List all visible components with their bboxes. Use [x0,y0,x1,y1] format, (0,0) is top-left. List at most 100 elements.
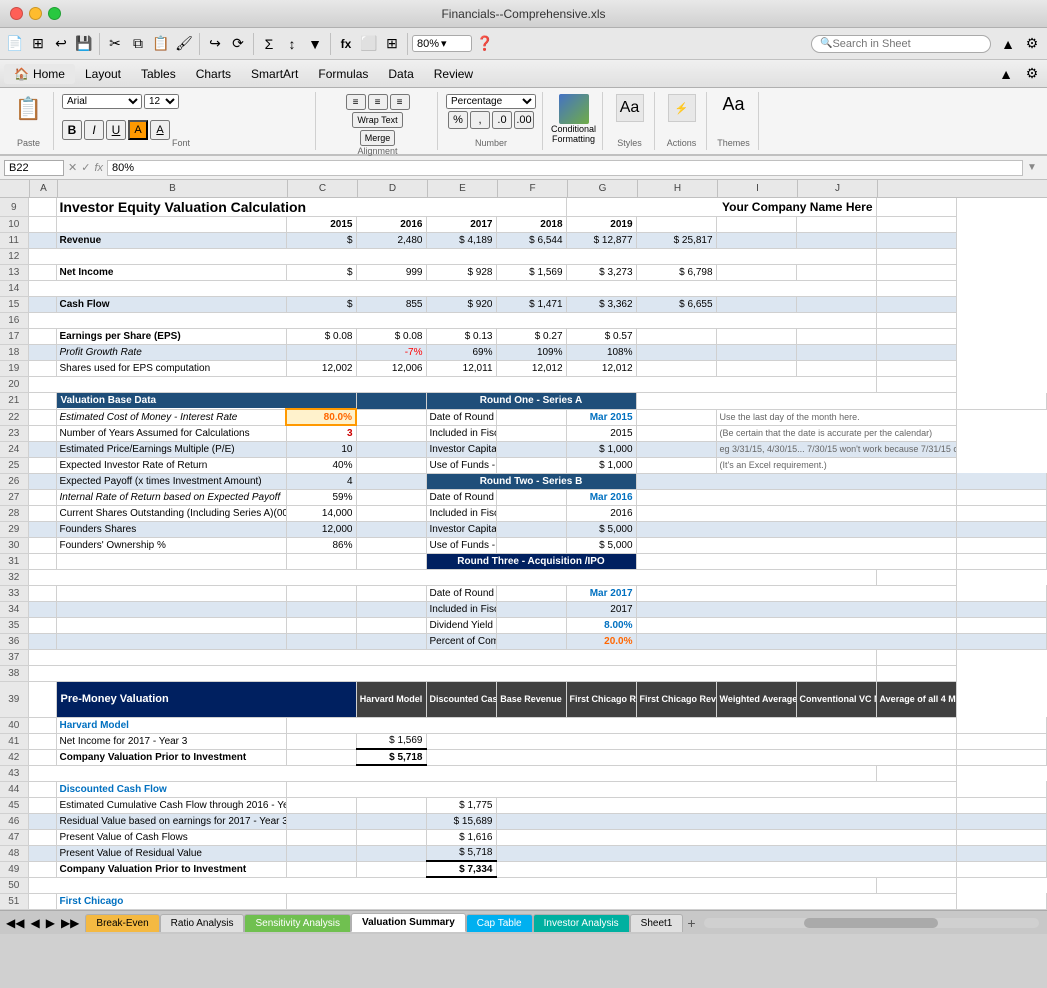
function-icon[interactable]: fx [335,33,357,55]
wrap-text-button[interactable]: Wrap Text [352,112,402,128]
redo-icon[interactable]: ↪ [204,33,226,55]
align-right-button[interactable]: ≡ [390,94,410,110]
filter-icon[interactable]: ▼ [304,33,326,55]
table-row: 10 2015 2016 2017 2018 2019 [0,217,1047,233]
col-header-h[interactable]: H [638,180,718,197]
actions-group: ⚡ Actions [657,92,707,150]
align-center-button[interactable]: ≡ [368,94,388,110]
col-header-j[interactable]: J [798,180,878,197]
cell[interactable] [28,198,56,217]
new-icon[interactable]: 📄 [4,33,26,55]
maximize-button[interactable] [48,7,61,20]
table-row: 51 First Chicago [0,893,1047,909]
title-bar: Financials--Comprehensive.xls [0,0,1047,28]
number-format-select[interactable]: Percentage [446,94,536,109]
ribbon-options-icon[interactable]: ⚙ [1021,63,1043,85]
sheet-back-icon[interactable]: ◀ [28,916,41,930]
col-header-d[interactable]: D [358,180,428,197]
close-button[interactable] [10,7,23,20]
formula-expand-icon[interactable]: ▼ [1027,162,1043,173]
highlight-button[interactable]: A [128,120,148,140]
expand-icon[interactable]: ▲ [997,33,1019,55]
table-row: 16 [0,313,1047,329]
zoom-value: 80% [417,38,439,50]
menu-data[interactable]: Data [378,64,423,84]
table-row: 49 Company Valuation Prior to Investment… [0,861,1047,877]
col-header-a[interactable]: A [30,180,58,197]
collapse-ribbon-icon[interactable]: ▲ [995,63,1017,85]
decimal-dec-button[interactable]: .00 [514,111,534,129]
sheet-last-icon[interactable]: ▶▶ [59,916,81,930]
cell-reference[interactable]: B22 [4,160,64,176]
paste-button[interactable]: 📋 [13,94,44,124]
merge-button[interactable]: Merge [360,130,396,146]
undo-icon[interactable]: ↩ [50,33,72,55]
tab-sheet1[interactable]: Sheet1 [630,914,684,932]
file-icons: 📄 ⊞ ↩ 💾 [4,33,100,55]
table-row: 13 Net Income $ 999 $ 928 $ 1,569 $ 3,27… [0,265,1047,281]
font-color-button[interactable]: A [150,120,170,140]
menu-smartart[interactable]: SmartArt [241,64,308,84]
save-icon[interactable]: 💾 [73,33,95,55]
company-name-cell[interactable]: Your Company Name Here [566,198,876,217]
sheet-next-icon[interactable]: ▶ [44,916,57,930]
add-sheet-icon[interactable]: + [687,915,695,931]
sheet-prev-icon[interactable]: ◀◀ [4,916,26,930]
settings-icon[interactable]: ⚙ [1021,33,1043,55]
actions-icon[interactable]: ⚡ [668,94,696,122]
search-input[interactable] [832,38,972,50]
table-row: 30 Founders' Ownership % 86% Use of Fund… [0,537,1047,553]
copy-icon[interactable]: ⧉ [127,33,149,55]
help-icon[interactable]: ❓ [474,33,496,55]
table-row: 46 Residual Value based on earnings for … [0,813,1047,829]
col-header-f[interactable]: F [498,180,568,197]
underline-button[interactable]: U [106,120,126,140]
arrow-icon[interactable]: ⟳ [227,33,249,55]
col-header-i[interactable]: I [718,180,798,197]
col-header-g[interactable]: G [568,180,638,197]
cut-icon[interactable]: ✂ [104,33,126,55]
col-header-e[interactable]: E [428,180,498,197]
menu-review[interactable]: Review [424,64,483,84]
comma-button[interactable]: , [470,111,490,129]
sum-icon[interactable]: Σ [258,33,280,55]
table-row: 20 [0,377,1047,393]
tab-investor-analysis[interactable]: Investor Analysis [533,914,630,932]
grid-icon[interactable]: ⊞ [27,33,49,55]
col-header-c[interactable]: C [288,180,358,197]
decimal-inc-button[interactable]: .0 [492,111,512,129]
align-left-button[interactable]: ≡ [346,94,366,110]
percent-button[interactable]: % [448,111,468,129]
menu-charts[interactable]: Charts [186,64,241,84]
menu-formulas[interactable]: Formulas [308,64,378,84]
tab-sensitivity-analysis[interactable]: Sensitivity Analysis [244,914,350,932]
paste-icon[interactable]: 📋 [150,33,172,55]
menu-tables[interactable]: Tables [131,64,186,84]
font-select[interactable]: Arial [62,94,142,109]
themes-icon[interactable]: Aa [723,94,745,115]
tab-break-even[interactable]: Break-Even [85,914,159,932]
horizontal-scrollbar[interactable] [704,918,1039,928]
title-cell[interactable]: Investor Equity Valuation Calculation [56,198,566,217]
sort-icon[interactable]: ↕ [281,33,303,55]
menu-layout[interactable]: Layout [75,64,131,84]
insert-icon[interactable]: ⬜ [358,33,380,55]
table-icon[interactable]: ⊞ [381,33,403,55]
zoom-control[interactable]: 80% ▾ [412,35,472,52]
menu-home[interactable]: 🏠 Home [4,64,75,84]
edit-icons: ✂ ⧉ 📋 🖌 [104,33,200,55]
tab-valuation-summary[interactable]: Valuation Summary [351,913,466,932]
themes-group: Aa Themes [709,92,759,150]
scrollbar-thumb[interactable] [804,918,938,928]
italic-button[interactable]: I [84,120,104,140]
tab-cap-table[interactable]: Cap Table [466,914,533,932]
tab-ratio-analysis[interactable]: Ratio Analysis [160,914,245,932]
table-row: 38 [0,665,1047,681]
formula-input[interactable] [107,160,1023,176]
format-paint-icon[interactable]: 🖌 [173,33,195,55]
col-header-b[interactable]: B [58,180,288,197]
search-box[interactable]: 🔍 [811,35,991,53]
bold-button[interactable]: B [62,120,82,140]
fontsize-select[interactable]: 12 [144,94,179,109]
minimize-button[interactable] [29,7,42,20]
